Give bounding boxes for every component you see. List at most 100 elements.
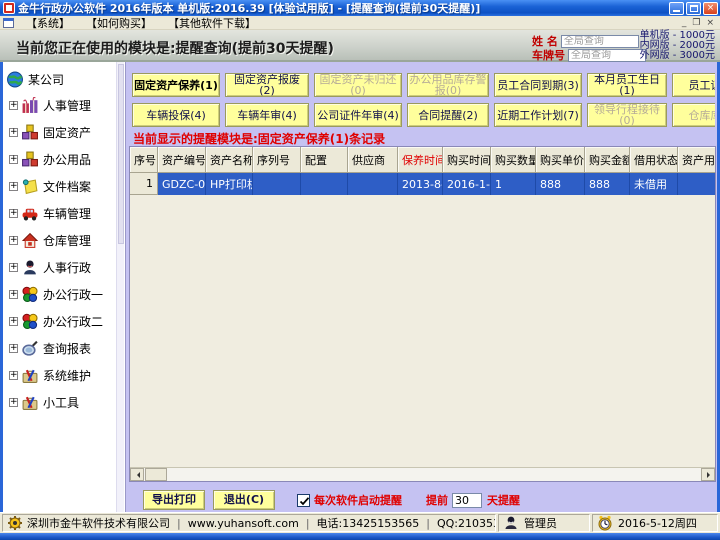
column-header-购买单价[interactable]: 购买单价 <box>536 147 585 173</box>
expand-plus-icon[interactable]: + <box>9 290 18 299</box>
table-row[interactable]: 1GDZC-00276HP打印机2013-8-22016-1-231888888… <box>130 173 715 195</box>
document-icon <box>21 178 39 195</box>
expand-plus-icon[interactable]: + <box>9 398 18 407</box>
expand-plus-icon[interactable]: + <box>9 155 18 164</box>
cell-资产编号[interactable]: GDZC-00276 <box>158 173 206 195</box>
body: 某公司+人事管理+固定资产+办公用品+文件档案+车辆管理+仓库管理+人事行政+办… <box>0 62 720 512</box>
sidebar-item-某公司[interactable]: 某公司 <box>3 66 115 92</box>
column-header-购买时间[interactable]: 购买时间 <box>443 147 491 173</box>
scroll-right-button[interactable] <box>701 468 715 481</box>
mdi-minimize-button[interactable]: _ <box>682 17 687 29</box>
sidebar-item-仓库管理[interactable]: +仓库管理 <box>3 227 115 254</box>
expand-plus-icon[interactable]: + <box>9 209 18 218</box>
expand-plus-icon[interactable]: + <box>9 128 18 137</box>
name-search-input[interactable] <box>561 35 639 48</box>
menu-system[interactable]: 【系统】 <box>18 15 78 31</box>
sidebar-scrollbar[interactable] <box>116 62 124 512</box>
reminder-button-固定资产报废(2)[interactable]: 固定资产报废(2) <box>225 73 309 97</box>
sidebar-item-查询报表[interactable]: +查询报表 <box>3 335 115 362</box>
status-phone: 电话:13425153565 <box>317 515 420 531</box>
expand-plus-icon[interactable]: + <box>9 236 18 245</box>
cell-供应商[interactable] <box>348 173 398 195</box>
expand-plus-icon[interactable]: + <box>9 371 18 380</box>
reminder-button-近期工作计划(7)[interactable]: 近期工作计划(7) <box>494 103 582 127</box>
expand-plus-icon[interactable]: + <box>9 317 18 326</box>
sidebar-item-label: 办公用品 <box>43 151 91 168</box>
sidebar-item-车辆管理[interactable]: +车辆管理 <box>3 200 115 227</box>
advance-days-input[interactable] <box>452 493 482 508</box>
cell-保养时间[interactable]: 2013-8-2 <box>398 173 443 195</box>
sidebar-item-小工具[interactable]: +小工具 <box>3 389 115 416</box>
column-header-保养时间[interactable]: 保养时间 <box>398 147 443 173</box>
sidebar-item-固定资产[interactable]: +固定资产 <box>3 119 115 146</box>
gift-boxes-icon <box>21 97 39 114</box>
expand-plus-icon[interactable]: + <box>9 263 18 272</box>
reminder-table: 序号资产编号资产名称序列号配置供应商保养时间购买时间购买数量购买单价购买金额借用… <box>129 146 716 482</box>
reminder-button-员工证件到[interactable]: 员工证件到 <box>672 73 715 97</box>
column-header-资产名称[interactable]: 资产名称 <box>206 147 253 173</box>
reminder-button-公司证件年审(4)[interactable]: 公司证件年审(4) <box>314 103 402 127</box>
cell-购买数量[interactable]: 1 <box>491 173 536 195</box>
status-qq: QQ:21035391 <box>437 517 496 530</box>
column-header-序号[interactable]: 序号 <box>130 147 158 173</box>
column-header-购买金额[interactable]: 购买金额 <box>585 147 630 173</box>
balls-icon <box>21 286 39 303</box>
scroll-thumb[interactable] <box>145 468 167 481</box>
cell-借用状态[interactable]: 未借用 <box>630 173 678 195</box>
column-header-购买数量[interactable]: 购买数量 <box>491 147 536 173</box>
startup-reminder-checkbox[interactable] <box>297 494 310 507</box>
expand-plus-icon[interactable]: + <box>9 182 18 191</box>
sidebar-item-label: 办公行政二 <box>43 313 103 330</box>
column-header-供应商[interactable]: 供应商 <box>348 147 398 173</box>
cell-购买单价[interactable]: 888 <box>536 173 585 195</box>
cell-资产用途[interactable] <box>678 173 715 195</box>
cell-购买金额[interactable]: 888 <box>585 173 630 195</box>
status-info-section: 深圳市金牛软件技术有限公司 | www.yuhansoft.com | 电话:1… <box>2 514 496 532</box>
reminder-button-本月员工生日(1)[interactable]: 本月员工生日(1) <box>587 73 667 97</box>
price-list: 单机版 - 1000元 内网版 - 2000元 外网版 - 3000元 <box>640 31 715 61</box>
toolbox-icon <box>21 367 39 384</box>
close-button[interactable]: × <box>703 2 718 15</box>
export-print-button[interactable]: 导出打印 <box>143 490 205 510</box>
scroll-left-button[interactable] <box>130 468 144 481</box>
sidebar-item-人事管理[interactable]: +人事管理 <box>3 92 115 119</box>
expand-plus-icon[interactable]: + <box>9 344 18 353</box>
column-header-配置[interactable]: 配置 <box>301 147 348 173</box>
cell-序列号[interactable] <box>253 173 301 195</box>
minimize-button[interactable] <box>669 2 684 15</box>
reminder-button-员工合同到期(3)[interactable]: 员工合同到期(3) <box>494 73 582 97</box>
column-header-序列号[interactable]: 序列号 <box>253 147 301 173</box>
table-horizontal-scrollbar[interactable] <box>130 467 715 481</box>
reminder-button-车辆投保(4)[interactable]: 车辆投保(4) <box>132 103 220 127</box>
reminder-button-固定资产保养(1)[interactable]: 固定资产保养(1) <box>132 73 220 97</box>
restore-button[interactable] <box>686 2 701 15</box>
app-logo-icon <box>3 2 15 14</box>
expand-plus-icon[interactable]: + <box>9 101 18 110</box>
sidebar-item-办公行政二[interactable]: + 办公行政二 <box>3 308 115 335</box>
cell-购买时间[interactable]: 2016-1-23 <box>443 173 491 195</box>
sidebar-item-办公行政一[interactable]: +办公行政一 <box>3 281 115 308</box>
plate-search-input[interactable] <box>568 49 646 62</box>
cell-配置[interactable] <box>301 173 348 195</box>
exit-button[interactable]: 退出(C) <box>213 490 275 510</box>
sidebar-item-人事行政[interactable]: +人事行政 <box>3 254 115 281</box>
reminder-button-合同提醒(2)[interactable]: 合同提醒(2) <box>407 103 489 127</box>
sidebar-item-文件档案[interactable]: +文件档案 <box>3 173 115 200</box>
startup-checkbox-label[interactable]: 每次软件启动提醒 <box>314 492 402 508</box>
mdi-close-button[interactable]: × <box>706 17 714 29</box>
column-header-借用状态[interactable]: 借用状态 <box>630 147 678 173</box>
cell-资产名称[interactable]: HP打印机 <box>206 173 253 195</box>
menu-other-downloads[interactable]: 【其他软件下载】 <box>160 15 264 31</box>
house-icon <box>21 232 39 249</box>
table-header-row: 序号资产编号资产名称序列号配置供应商保养时间购买时间购买数量购买单价购买金额借用… <box>130 147 715 173</box>
reminder-button-车辆年审(4)[interactable]: 车辆年审(4) <box>225 103 309 127</box>
status-date-section: 2016-5-12周四 <box>592 514 718 532</box>
toolbox-icon <box>21 394 39 411</box>
mdi-restore-button[interactable]: ❐ <box>692 17 700 29</box>
sidebar-item-系统维护[interactable]: +系统维护 <box>3 362 115 389</box>
menu-how-to-buy[interactable]: 【如何购买】 <box>78 15 160 31</box>
column-header-资产编号[interactable]: 资产编号 <box>158 147 206 173</box>
sidebar-item-办公用品[interactable]: + 办公用品 <box>3 146 115 173</box>
cell-序号[interactable]: 1 <box>130 173 158 195</box>
column-header-资产用途[interactable]: 资产用途 <box>678 147 715 173</box>
